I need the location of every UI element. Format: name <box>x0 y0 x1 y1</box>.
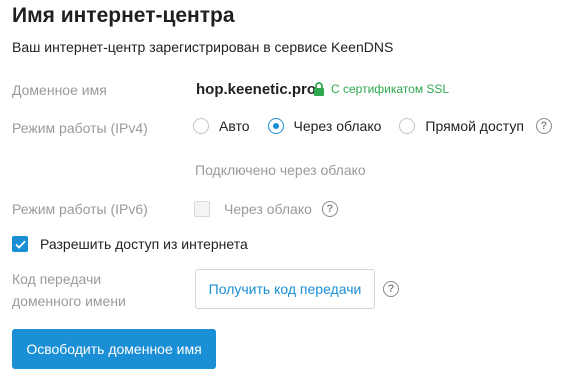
checkmark-icon <box>14 240 26 249</box>
transfer-help-icon[interactable]: ? <box>383 281 399 297</box>
ipv6-help-icon[interactable]: ? <box>321 201 338 217</box>
page-title: Имя интернет-центра <box>12 4 235 27</box>
transfer-code-label-line1: Код передачи <box>12 271 102 287</box>
ipv4-help-icon[interactable]: ? <box>535 118 552 134</box>
internet-access-label: Разрешить доступ из интернета <box>40 236 248 252</box>
radio-auto[interactable]: Авто <box>193 118 250 134</box>
ipv4-mode-radio-group: Авто Через облако Прямой доступ ? <box>193 118 552 134</box>
radio-direct-access-label[interactable]: Прямой доступ <box>425 118 524 134</box>
ipv4-mode-label: Режим работы (IPv4) <box>12 120 148 136</box>
ssl-status-text: С сертификатом SSL <box>331 82 450 96</box>
domain-name-value: hop.keenetic.pro <box>196 81 317 98</box>
radio-direct-access[interactable]: Прямой доступ <box>399 118 524 134</box>
radio-via-cloud[interactable]: Через облако <box>267 118 382 134</box>
ipv6-via-cloud-option[interactable]: Через облако ? <box>194 201 338 217</box>
radio-auto-label[interactable]: Авто <box>219 118 250 134</box>
release-domain-button[interactable]: Освободить доменное имя <box>12 329 216 369</box>
lock-icon <box>314 82 324 96</box>
radio-auto-circle[interactable] <box>193 118 209 134</box>
keendns-settings-panel: Имя интернет-центра Ваш интернет-центр з… <box>0 0 574 380</box>
page-subtitle: Ваш интернет-центр зарегистрирован в сер… <box>12 39 394 55</box>
radio-via-cloud-circle[interactable] <box>267 118 284 134</box>
radio-direct-access-circle[interactable] <box>399 118 416 134</box>
internet-access-option[interactable]: Разрешить доступ из интернета <box>12 236 248 252</box>
ipv6-mode-label: Режим работы (IPv6) <box>12 201 148 217</box>
ssl-status: С сертификатом SSL <box>313 82 449 96</box>
radio-via-cloud-label[interactable]: Через облако <box>294 118 382 134</box>
domain-name-label: Доменное имя <box>12 82 107 98</box>
internet-access-checkbox[interactable] <box>12 236 28 252</box>
ipv4-connection-status: Подключено через облако <box>195 162 366 178</box>
ipv6-via-cloud-label: Через облако <box>224 201 312 217</box>
transfer-code-label-line2: доменного имени <box>12 293 126 309</box>
ipv6-via-cloud-checkbox[interactable] <box>194 201 210 217</box>
get-transfer-code-button[interactable]: Получить код передачи <box>195 269 375 309</box>
